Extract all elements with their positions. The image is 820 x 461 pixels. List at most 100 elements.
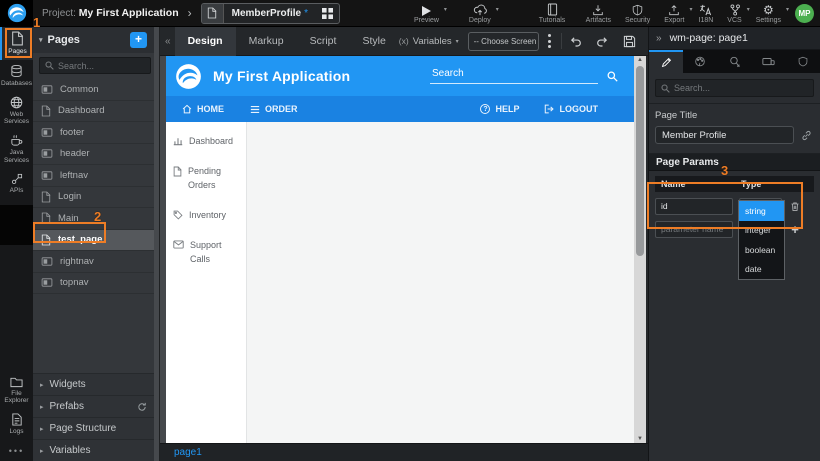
page-item-dashboard[interactable]: Dashboard: [33, 101, 154, 123]
save-icon[interactable]: [623, 35, 636, 48]
section-prefabs[interactable]: ▸Prefabs: [33, 395, 154, 417]
tab-events[interactable]: [717, 50, 751, 73]
section-variables[interactable]: ▸Variables: [33, 439, 154, 461]
page-item-rightnav[interactable]: rightnav: [33, 251, 154, 273]
pencil-icon: [661, 57, 672, 68]
type-option-boolean[interactable]: boolean: [739, 240, 784, 260]
project-label: Project: My First Application: [42, 7, 179, 19]
tab-design[interactable]: Design: [175, 27, 236, 56]
sidebar-item-pages[interactable]: Pages: [0, 27, 33, 60]
tab-properties[interactable]: [649, 50, 683, 73]
preview-search-input[interactable]: Search: [430, 68, 598, 84]
page-params-table: Name Type string ▼ +: [649, 171, 820, 248]
pages-search-input[interactable]: [58, 61, 145, 71]
wavemaker-logo[interactable]: [0, 0, 33, 27]
add-page-button[interactable]: +: [130, 32, 147, 48]
tab-style[interactable]: Style: [349, 27, 398, 56]
search-icon[interactable]: [607, 71, 618, 82]
tab-devices[interactable]: [752, 50, 786, 73]
menu-item-dashboard[interactable]: Dashboard: [173, 135, 239, 149]
more-menu-icon[interactable]: [548, 34, 551, 48]
pages-panel-header[interactable]: ▾ Pages +: [33, 27, 159, 53]
nav-item-order[interactable]: ORDER: [250, 104, 298, 114]
shield-icon: [632, 3, 643, 16]
canvas-scrollbar[interactable]: ▲ ▼: [634, 56, 646, 443]
grid-view-icon[interactable]: [322, 8, 333, 19]
page-item-header[interactable]: header: [33, 144, 154, 166]
section-page-structure[interactable]: ▸Page Structure: [33, 417, 154, 439]
pages-panel-scrollbar[interactable]: [154, 27, 159, 461]
type-option-string[interactable]: string: [739, 201, 784, 221]
page-item-test-page[interactable]: test_page: [33, 230, 154, 252]
delete-param-button[interactable]: [788, 201, 802, 212]
section-widgets[interactable]: ▸Widgets: [33, 373, 154, 395]
coffee-cup-icon: [10, 134, 23, 147]
i18n-button[interactable]: I18N: [699, 0, 714, 27]
scroll-down-icon[interactable]: ▼: [634, 436, 646, 442]
database-icon: [10, 64, 23, 78]
vcs-button[interactable]: VCS▾: [727, 0, 741, 27]
column-name: Name: [661, 179, 741, 189]
nav-item-logout[interactable]: LOGOUT: [544, 104, 599, 114]
tab-security[interactable]: [786, 50, 820, 73]
page-title-input[interactable]: [655, 126, 794, 144]
nav-item-help[interactable]: ?HELP: [480, 104, 519, 114]
sidebar-item-apis[interactable]: APIs: [0, 169, 33, 199]
type-option-date[interactable]: date: [739, 260, 784, 280]
sidebar-item-databases[interactable]: Databases: [0, 60, 33, 92]
export-button[interactable]: Export▾: [664, 0, 684, 27]
open-page-tab[interactable]: MemberProfile *: [201, 3, 340, 24]
tab-markup[interactable]: Markup: [236, 27, 297, 56]
refresh-icon[interactable]: [137, 402, 147, 412]
user-avatar[interactable]: MP: [795, 4, 814, 23]
security-button[interactable]: Security: [625, 0, 650, 27]
page-item-footer[interactable]: footer: [33, 122, 154, 144]
deploy-button[interactable]: Deploy▾: [469, 0, 491, 27]
variables-dropdown[interactable]: (x) Variables ▾: [399, 36, 459, 47]
preview-content-area[interactable]: [247, 122, 634, 443]
artifacts-button[interactable]: Artifacts: [586, 0, 611, 27]
undo-icon[interactable]: [569, 35, 582, 47]
collapse-left-icon[interactable]: «: [165, 36, 171, 47]
bind-link-icon[interactable]: [801, 130, 812, 141]
add-param-button[interactable]: +: [788, 223, 802, 236]
more-options-icon[interactable]: •••: [0, 440, 33, 461]
page-item-main[interactable]: Main: [33, 208, 154, 230]
pages-panel-title: Pages: [48, 34, 80, 46]
settings-button[interactable]: ⚙ Settings▾: [756, 0, 781, 27]
sidebar-item-file-explorer[interactable]: File Explorer: [0, 372, 33, 410]
partial-page-icon: [41, 171, 53, 180]
pages-search-wrap: [33, 53, 159, 79]
nav-item-home[interactable]: HOME: [182, 104, 224, 114]
inspector-search-box[interactable]: [655, 79, 814, 97]
tutorials-button[interactable]: Tutorials: [539, 0, 566, 27]
page-item-common[interactable]: Common: [33, 79, 154, 101]
new-param-name-input[interactable]: [655, 221, 733, 238]
column-type: Type: [741, 179, 761, 189]
pages-search-box[interactable]: [39, 57, 151, 74]
inspector-search-input[interactable]: [674, 83, 808, 93]
page-item-leftnav[interactable]: leftnav: [33, 165, 154, 187]
menu-item-support-calls[interactable]: Support Calls: [173, 239, 239, 267]
tab-styles[interactable]: [683, 50, 717, 73]
scroll-up-icon[interactable]: ▲: [634, 57, 646, 63]
collapse-right-icon[interactable]: »: [656, 33, 662, 44]
sidebar-item-logs[interactable]: Logs: [0, 409, 33, 440]
page-item-login[interactable]: Login: [33, 187, 154, 209]
log-file-icon: [11, 413, 23, 426]
menu-item-pending-orders[interactable]: Pending Orders: [173, 165, 239, 193]
breadcrumb-page1[interactable]: page1: [174, 447, 202, 458]
preview-button[interactable]: Preview▾: [414, 0, 439, 27]
redo-icon[interactable]: [596, 35, 609, 47]
type-option-integer[interactable]: integer: [739, 221, 784, 241]
param-name-input[interactable]: [655, 198, 733, 215]
toolbar-divider: [561, 33, 562, 49]
menu-item-inventory[interactable]: Inventory: [173, 209, 239, 223]
scrollbar-thumb[interactable]: [636, 66, 644, 256]
screen-size-select[interactable]: -- Choose Screen Size -- ▼: [468, 32, 540, 51]
sidebar-item-java-services[interactable]: Java Services: [0, 130, 33, 169]
page-params-header: Page Params: [649, 154, 820, 171]
page-item-topnav[interactable]: topnav: [33, 273, 154, 295]
tab-script[interactable]: Script: [297, 27, 350, 56]
sidebar-item-web-services[interactable]: Web Services: [0, 92, 33, 131]
